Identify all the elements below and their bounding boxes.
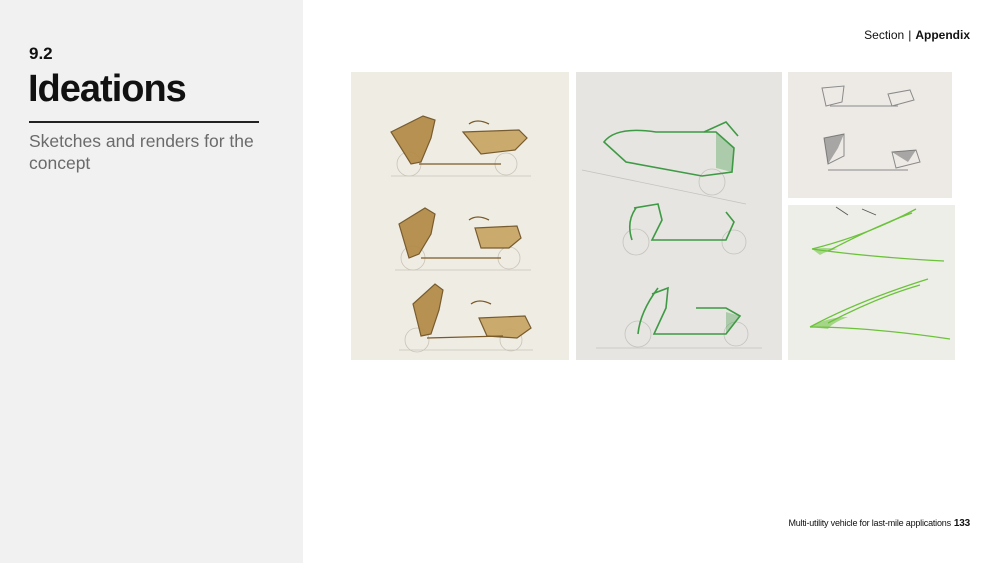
footer: Multi-utility vehicle for last-mile appl… <box>788 518 970 529</box>
section-prefix: Section <box>864 28 905 42</box>
green-scooter-sketch-image <box>576 72 782 360</box>
title-panel: 9.2 Ideations Sketches and renders for t… <box>0 0 303 563</box>
footer-project-title: Multi-utility vehicle for last-mile appl… <box>788 518 951 528</box>
section-name: Appendix <box>915 28 970 42</box>
gold-scooter-sketch-image <box>351 72 569 360</box>
leaf-form-sketch-image <box>788 205 955 360</box>
section-separator: | <box>908 28 912 42</box>
title-divider <box>29 121 259 123</box>
page-subtitle: Sketches and renders for the concept <box>29 131 254 173</box>
grey-form-sketch-image <box>788 72 952 198</box>
page-title: Ideations <box>28 68 187 110</box>
section-number: 9.2 <box>29 44 53 63</box>
section-label: Section | Appendix <box>864 28 970 42</box>
page-number: 133 <box>953 518 970 529</box>
